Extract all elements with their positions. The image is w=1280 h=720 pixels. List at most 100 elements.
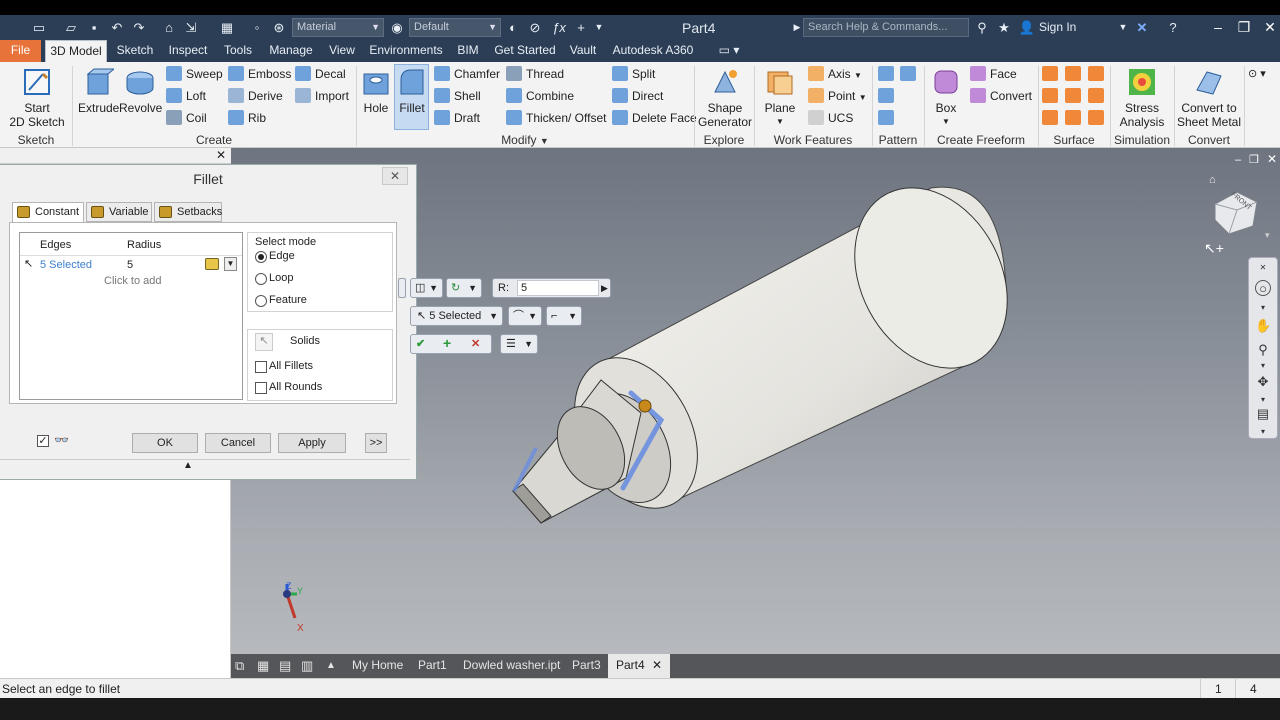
tab-constant[interactable]: Constant [12,202,84,223]
extrude-button[interactable]: Extrude [78,66,119,115]
click-to-add-row[interactable]: Click to add [104,275,161,287]
dialog-close-button[interactable]: ✕ [382,167,408,185]
tab-setbacks[interactable]: Setbacks [154,202,222,222]
wheel-dropdown-icon[interactable]: ▾ [1255,300,1271,316]
point-button[interactable]: Point ▼ [808,87,867,105]
box-button[interactable]: Box ▼ [928,66,964,129]
tab-3d-model[interactable]: 3D Model [45,40,107,62]
measure-icon[interactable]: ◦ [248,19,266,36]
minitoolbar-grip[interactable] [398,278,406,298]
apply-button[interactable]: Apply [278,433,346,453]
new-icon[interactable]: ▭ [30,19,48,36]
user-icon[interactable]: 👤 [1018,19,1036,36]
binoculars-icon[interactable]: ⚲ [973,19,991,36]
favorite-icon[interactable]: ★ [995,19,1013,36]
material-combo[interactable]: Material ▼ [292,18,384,37]
zoom-icon[interactable]: ⚲ [1255,342,1271,358]
stress-analysis-button[interactable]: Stress Analysis [1114,66,1170,129]
radius-cell[interactable]: 5 [127,259,133,271]
view-cube-menu-icon[interactable]: ▾ [1265,230,1270,241]
tab-variable[interactable]: Variable [86,202,152,222]
doc-tab-part1[interactable]: Part1 [418,654,447,678]
restore-button[interactable]: ❐ [1233,18,1255,36]
emboss-button[interactable]: Emboss [228,65,291,83]
circular-pattern-button[interactable] [878,87,898,105]
convert-to-sheet-metal-button[interactable]: Convert to Sheet Metal [1176,66,1242,129]
select-icon[interactable]: ▦ [218,19,236,36]
customize-dropdown-icon[interactable]: ▼ [590,19,608,36]
open-icon[interactable]: ▱ [62,19,80,36]
navbar-collapse-icon[interactable]: ✕ [1255,260,1271,276]
doc-tab-part3[interactable]: Part3 [572,654,601,678]
mode-feature-radio[interactable] [255,295,267,307]
thicken-offset-button[interactable]: Thicken/ Offset [506,109,606,127]
sign-in-link[interactable]: Sign In [1039,20,1076,34]
sweep-button[interactable]: Sweep [166,65,223,83]
doc-tab-my-home[interactable]: My Home [352,654,403,678]
view-home-icon[interactable]: ⌂ [1209,174,1216,186]
trim-button[interactable] [1065,87,1085,105]
more-button[interactable]: >> [365,433,387,453]
hole-button[interactable]: Hole [360,66,392,115]
mini-mode-button[interactable]: ↻ ▼ [446,278,482,298]
thicken-surface-button[interactable] [1042,65,1062,83]
replace-face-button[interactable] [1088,109,1108,127]
edges-selected-cell[interactable]: 5 Selected [40,259,92,271]
cascade-icon[interactable]: ⧉ [235,654,244,678]
ok-button[interactable]: OK [132,433,198,453]
tab-view[interactable]: View [325,40,359,62]
browser-close-icon[interactable]: ✕ [216,148,226,162]
tabs-expand-icon[interactable]: ▲ [326,654,336,678]
split-button[interactable]: Split [612,65,655,83]
tab-environments[interactable]: Environments [366,40,446,62]
mode-loop-radio[interactable] [255,273,267,285]
mini-ok-icon[interactable]: ✔ [416,335,425,353]
radius-arrow-icon[interactable]: ▶ [601,279,608,297]
mini-radius-field[interactable]: R: 5 ▶ [492,278,611,298]
coil-button[interactable]: Coil [166,109,207,127]
fx-icon[interactable]: ƒx [550,19,568,36]
viewport-minimize-icon[interactable]: – [1235,154,1241,166]
patch-button[interactable] [1042,87,1062,105]
tab-vault[interactable]: Vault [566,40,600,62]
glasses-preview-icon[interactable]: 👓 [54,433,69,447]
minimize-button[interactable]: – [1207,18,1229,36]
face-button[interactable]: Face [970,65,1017,83]
extend-button[interactable] [1088,87,1108,105]
revolve-button[interactable]: Revolve [119,66,162,115]
appearance-combo[interactable]: Default ▼ [409,18,501,37]
plane-button[interactable]: Plane ▼ [760,66,800,129]
axis-button[interactable]: Axis ▼ [808,65,862,83]
properties-icon[interactable]: ⊛ [270,19,288,36]
navbar-options-icon[interactable]: ▾ [1255,424,1271,440]
preview-checkbox[interactable]: ✓ [37,435,49,447]
exchange-icon[interactable]: ✕ [1133,19,1151,36]
draft-button[interactable]: Draft [434,109,480,127]
doc-tab-part4[interactable]: Part4 ✕ [608,654,671,678]
mini-selected-edges[interactable]: ↖ 5 Selected ▼ [410,306,503,326]
viewport-close-icon[interactable]: ✕ [1267,152,1277,166]
mirror-button[interactable] [900,65,920,83]
pan-icon[interactable]: ✋ [1255,318,1271,334]
doc-tab-close-icon[interactable]: ✕ [648,658,662,672]
tile-icon[interactable]: ▦ [257,654,269,678]
adjust-icon[interactable]: ◐ [504,19,522,36]
shell-button[interactable]: Shell [434,87,481,105]
sculpt-button[interactable] [1088,65,1108,83]
convert-freeform-button[interactable]: Convert [970,87,1032,105]
decal-button[interactable]: Decal [295,65,346,83]
tab-sketch[interactable]: Sketch [112,40,158,62]
home-icon[interactable]: ⌂ [160,19,178,36]
rib-button[interactable]: Rib [228,109,266,127]
update-icon[interactable]: ⇲ [182,19,200,36]
plus-icon[interactable]: + [572,19,590,36]
tab-get-started[interactable]: Get Started [491,40,559,62]
group-label-modify[interactable]: Modify ▼ [356,133,694,147]
tab-inspect[interactable]: Inspect [165,40,211,62]
mini-selection-filter-button[interactable]: ◫ ▼ [410,278,443,298]
start-2d-sketch-button[interactable]: Start 2D Sketch [8,66,66,129]
save-icon[interactable]: ▪ [85,19,103,36]
cancel-button[interactable]: Cancel [205,433,271,453]
sign-in-dropdown-icon[interactable]: ▼ [1114,19,1132,36]
ucs-button[interactable]: UCS [808,109,853,127]
